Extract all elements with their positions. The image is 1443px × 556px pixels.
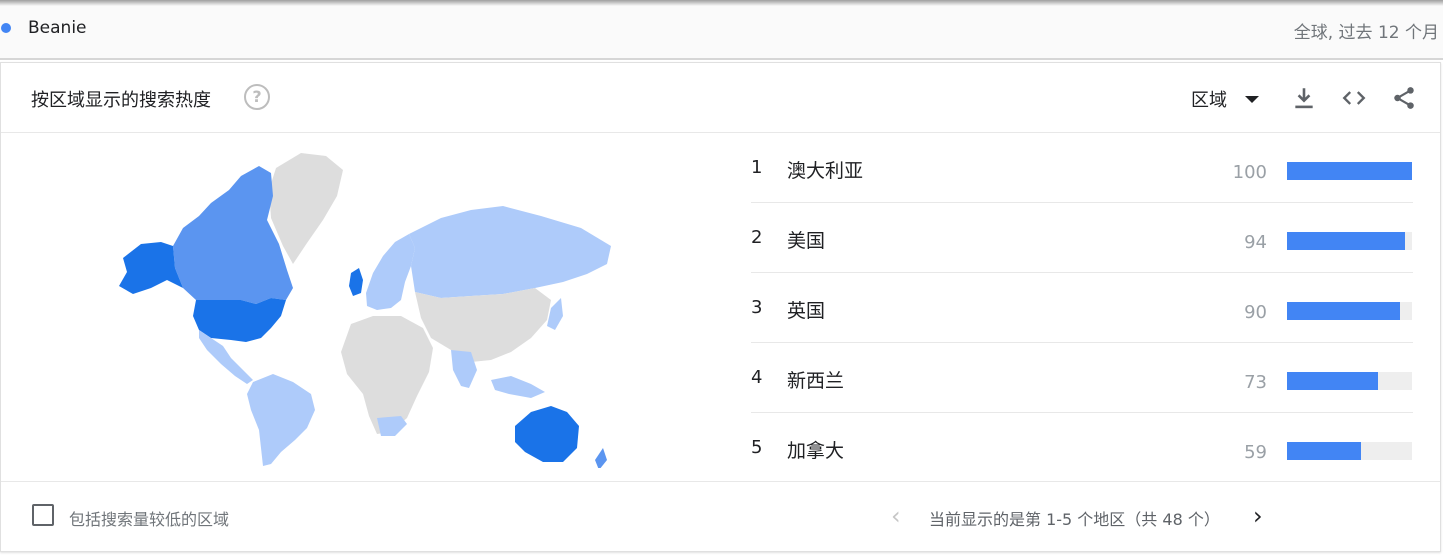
rank-number: 3 (751, 297, 763, 318)
ranking-row[interactable]: 4 新西兰 73 (751, 343, 1413, 413)
top-shadow (0, 0, 1443, 6)
rank-bar-fill (1287, 442, 1361, 460)
ranking-row[interactable]: 3 英国 90 (751, 273, 1413, 343)
rank-bar-fill (1287, 302, 1400, 320)
map-region-south-africa (377, 416, 407, 436)
rank-value: 90 (1244, 302, 1267, 323)
low-volume-checkbox-label: 包括搜索量较低的区域 (69, 510, 230, 529)
ranking-row[interactable]: 1 澳大利亚 100 (751, 133, 1413, 203)
rank-value: 59 (1244, 442, 1267, 463)
term-name: Beanie (28, 18, 87, 38)
rank-bar-track (1287, 232, 1412, 250)
map-region-new-zealand (595, 448, 607, 468)
rank-bar-track (1287, 162, 1412, 180)
rank-value: 94 (1244, 232, 1267, 253)
rank-region-name[interactable]: 英国 (787, 296, 825, 323)
rank-value: 100 (1232, 162, 1267, 183)
rank-bar-fill (1287, 232, 1405, 250)
low-volume-checkbox[interactable] (32, 504, 54, 526)
region-resolution-select[interactable]: 区域 (1191, 86, 1259, 112)
rank-bar-track (1287, 372, 1412, 390)
pager-prev-button[interactable]: ‹ (891, 502, 901, 530)
map-region-uk (349, 268, 363, 296)
card-header: 按区域显示的搜索热度 ? 区域 (1, 63, 1440, 133)
rank-bar-track (1287, 302, 1412, 320)
rank-bar-fill (1287, 162, 1412, 180)
map-region-africa (341, 316, 433, 434)
term-color-dot (1, 23, 11, 33)
map-region-greenland (269, 153, 343, 264)
map-region-russia (409, 206, 611, 298)
rank-number: 2 (751, 227, 763, 248)
embed-code-icon[interactable] (1341, 85, 1367, 111)
card-footer: 包括搜索量较低的区域 ‹ 当前显示的是第 1-5 个地区（共 48 个） › (1, 481, 1440, 551)
pager-status-text: 当前显示的是第 1-5 个地区（共 48 个） (929, 510, 1220, 529)
ranking-row[interactable]: 2 美国 94 (751, 203, 1413, 273)
rank-number: 1 (751, 157, 763, 178)
rank-bar-track (1287, 442, 1412, 460)
card-title: 按区域显示的搜索热度 (31, 90, 211, 111)
rank-region-name[interactable]: 加拿大 (787, 436, 844, 463)
download-icon[interactable] (1291, 85, 1317, 111)
rank-bar-fill (1287, 372, 1379, 390)
ranking-row[interactable]: 5 加拿大 59 (751, 413, 1413, 483)
term-scope: 全球, 过去 12 个月 (1293, 23, 1439, 43)
search-term-bar: Beanie 全球, 过去 12 个月 (0, 0, 1443, 60)
pager-next-button[interactable]: › (1253, 502, 1263, 530)
caret-down-icon (1245, 95, 1259, 103)
rank-region-name[interactable]: 新西兰 (787, 366, 844, 393)
map-region-europe (366, 234, 415, 310)
interest-by-region-card: 按区域显示的搜索热度 ? 区域 1 澳大利亚 100 2 美国 94 3 英国 … (0, 62, 1441, 552)
map-region-asia (415, 288, 551, 362)
world-map[interactable] (111, 148, 621, 468)
rank-region-name[interactable]: 美国 (787, 226, 825, 253)
map-region-southeast-asia (491, 376, 545, 398)
rank-number: 4 (751, 367, 763, 388)
share-icon[interactable] (1391, 85, 1417, 111)
region-ranking-list: 1 澳大利亚 100 2 美国 94 3 英国 90 4 新西兰 73 5 加拿大 59 (751, 133, 1413, 483)
rank-value: 73 (1244, 372, 1267, 393)
help-icon[interactable]: ? (244, 84, 270, 110)
rank-region-name[interactable]: 澳大利亚 (787, 156, 863, 183)
map-region-south-america (247, 374, 315, 466)
rank-number: 5 (751, 437, 763, 458)
map-region-australia (515, 406, 579, 462)
region-select-label: 区域 (1191, 90, 1227, 111)
